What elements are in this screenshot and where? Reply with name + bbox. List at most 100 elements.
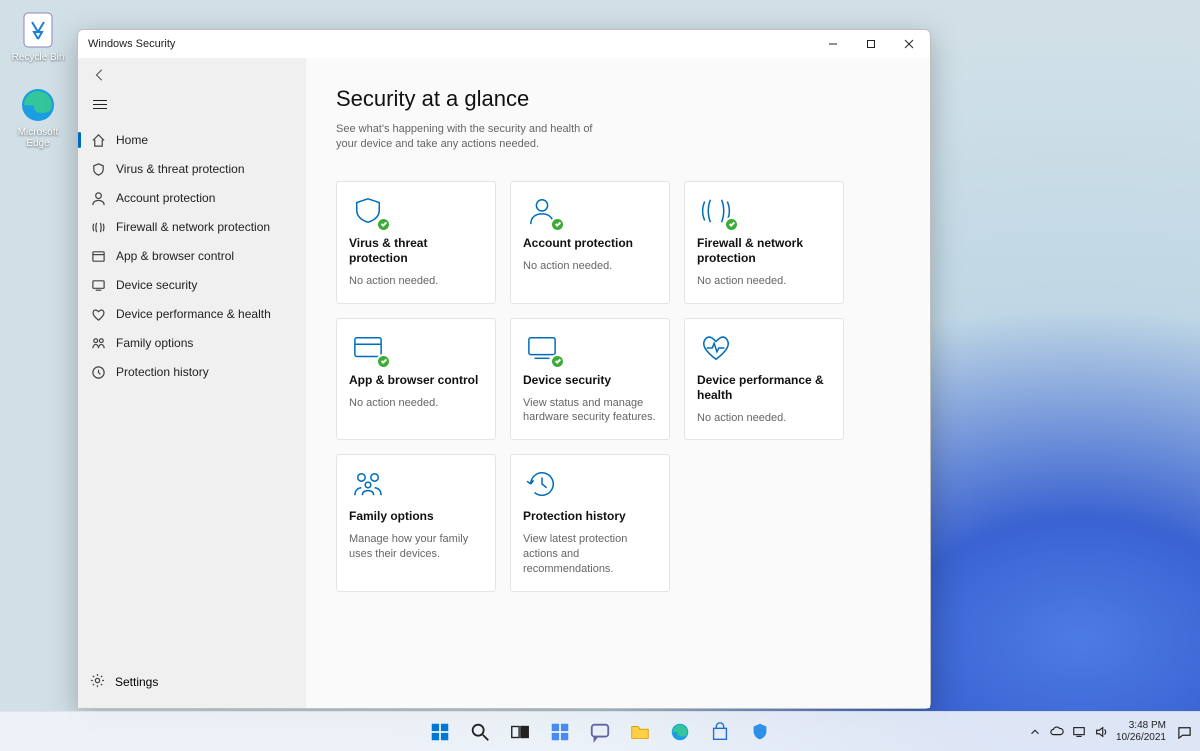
tile-title: Family options xyxy=(349,509,483,524)
tile-title: App & browser control xyxy=(349,373,483,388)
tile-desc: No action needed. xyxy=(349,396,483,411)
shield-icon xyxy=(90,161,106,177)
recycle-bin-icon xyxy=(18,10,58,50)
start-button[interactable] xyxy=(423,715,457,749)
desktop-icon-label: Microsoft Edge xyxy=(8,127,68,149)
close-button[interactable] xyxy=(890,30,928,58)
tile-account[interactable]: Account protection No action needed. xyxy=(510,181,670,304)
widgets-button[interactable] xyxy=(543,715,577,749)
tile-virus-threat[interactable]: Virus & threat protection No action need… xyxy=(336,181,496,304)
sidebar-item-label: Device performance & health xyxy=(116,307,271,321)
account-icon xyxy=(523,196,563,228)
sidebar-item-label: Firewall & network protection xyxy=(116,220,270,234)
history-icon xyxy=(90,364,106,380)
check-icon xyxy=(376,354,391,369)
sidebar-item-device-security[interactable]: Device security xyxy=(78,271,305,299)
sidebar-item-performance[interactable]: Device performance & health xyxy=(78,300,305,328)
onedrive-icon[interactable] xyxy=(1050,725,1064,739)
sidebar-item-label: Home xyxy=(116,133,148,147)
tile-title: Virus & threat protection xyxy=(349,236,483,266)
tile-title: Device security xyxy=(523,373,657,388)
heart-icon xyxy=(90,306,106,322)
tile-title: Protection history xyxy=(523,509,657,524)
hamburger-menu[interactable] xyxy=(88,92,112,116)
titlebar[interactable]: Windows Security xyxy=(78,30,930,58)
taskbar: 3:48 PM 10/26/2021 xyxy=(0,711,1200,751)
firewall-icon xyxy=(697,196,737,228)
tile-desc: Manage how your family uses their device… xyxy=(349,532,483,562)
tile-title: Account protection xyxy=(523,236,657,251)
tile-family[interactable]: Family options Manage how your family us… xyxy=(336,454,496,592)
device-icon xyxy=(90,277,106,293)
clock-date: 10/26/2021 xyxy=(1116,732,1166,744)
sidebar-item-label: App & browser control xyxy=(116,249,234,263)
tile-desc: View status and manage hardware security… xyxy=(523,396,657,426)
tile-app-browser[interactable]: App & browser control No action needed. xyxy=(336,318,496,441)
chevron-up-icon[interactable] xyxy=(1028,725,1042,739)
sidebar-item-label: Device security xyxy=(116,278,197,292)
check-icon xyxy=(724,217,739,232)
sidebar-item-label: Protection history xyxy=(116,365,209,379)
taskview-button[interactable] xyxy=(503,715,537,749)
explorer-button[interactable] xyxy=(623,715,657,749)
check-icon xyxy=(376,217,391,232)
tiles-grid: Virus & threat protection No action need… xyxy=(336,181,900,592)
tile-history[interactable]: Protection history View latest protectio… xyxy=(510,454,670,592)
app-browser-icon xyxy=(90,248,106,264)
sidebar-item-home[interactable]: Home xyxy=(78,126,305,154)
heart-pulse-icon xyxy=(697,333,737,365)
tile-firewall[interactable]: Firewall & network protection No action … xyxy=(684,181,844,304)
tile-title: Device performance & health xyxy=(697,373,831,403)
search-button[interactable] xyxy=(463,715,497,749)
sidebar: Home Virus & threat protection Account p… xyxy=(78,58,306,708)
sidebar-item-account[interactable]: Account protection xyxy=(78,184,305,212)
desktop-icon-recycle-bin[interactable]: Recycle Bin xyxy=(8,10,68,63)
desktop-icon-edge[interactable]: Microsoft Edge xyxy=(8,85,68,149)
chat-button[interactable] xyxy=(583,715,617,749)
security-button[interactable] xyxy=(743,715,777,749)
sidebar-item-label: Family options xyxy=(116,336,193,350)
back-button[interactable] xyxy=(88,63,112,87)
sidebar-item-label: Account protection xyxy=(116,191,215,205)
account-icon xyxy=(90,190,106,206)
history-icon xyxy=(523,469,563,501)
page-title: Security at a glance xyxy=(336,86,900,112)
sidebar-item-history[interactable]: Protection history xyxy=(78,358,305,386)
sidebar-item-settings[interactable]: Settings xyxy=(78,668,305,696)
windows-security-window: Windows Security Home Virus & xyxy=(77,29,931,709)
sidebar-item-family[interactable]: Family options xyxy=(78,329,305,357)
check-icon xyxy=(550,217,565,232)
maximize-button[interactable] xyxy=(852,30,890,58)
desktop-icon-label: Recycle Bin xyxy=(12,52,65,63)
system-tray[interactable] xyxy=(1028,725,1108,739)
sidebar-item-label: Settings xyxy=(115,675,158,689)
window-title: Windows Security xyxy=(88,38,175,50)
firewall-icon xyxy=(90,219,106,235)
edge-icon xyxy=(18,85,58,125)
sidebar-item-label: Virus & threat protection xyxy=(116,162,245,176)
shield-icon xyxy=(349,196,389,228)
tile-desc: No action needed. xyxy=(349,274,483,289)
app-browser-icon xyxy=(349,333,389,365)
family-icon xyxy=(90,335,106,351)
main-content: Security at a glance See what's happenin… xyxy=(306,58,930,708)
store-button[interactable] xyxy=(703,715,737,749)
sidebar-item-firewall[interactable]: Firewall & network protection xyxy=(78,213,305,241)
tile-desc: View latest protection actions and recom… xyxy=(523,532,657,577)
tile-device-security[interactable]: Device security View status and manage h… xyxy=(510,318,670,441)
notifications-button[interactable] xyxy=(1174,722,1194,742)
check-icon xyxy=(550,354,565,369)
family-icon xyxy=(349,469,389,501)
sidebar-item-virus[interactable]: Virus & threat protection xyxy=(78,155,305,183)
sidebar-item-app-browser[interactable]: App & browser control xyxy=(78,242,305,270)
edge-button[interactable] xyxy=(663,715,697,749)
tile-desc: No action needed. xyxy=(697,274,831,289)
minimize-button[interactable] xyxy=(814,30,852,58)
clock[interactable]: 3:48 PM 10/26/2021 xyxy=(1116,720,1166,743)
volume-icon[interactable] xyxy=(1094,725,1108,739)
page-subtitle: See what's happening with the security a… xyxy=(336,122,616,153)
network-icon[interactable] xyxy=(1072,725,1086,739)
tile-performance[interactable]: Device performance & health No action ne… xyxy=(684,318,844,441)
home-icon xyxy=(90,132,106,148)
tile-title: Firewall & network protection xyxy=(697,236,831,266)
